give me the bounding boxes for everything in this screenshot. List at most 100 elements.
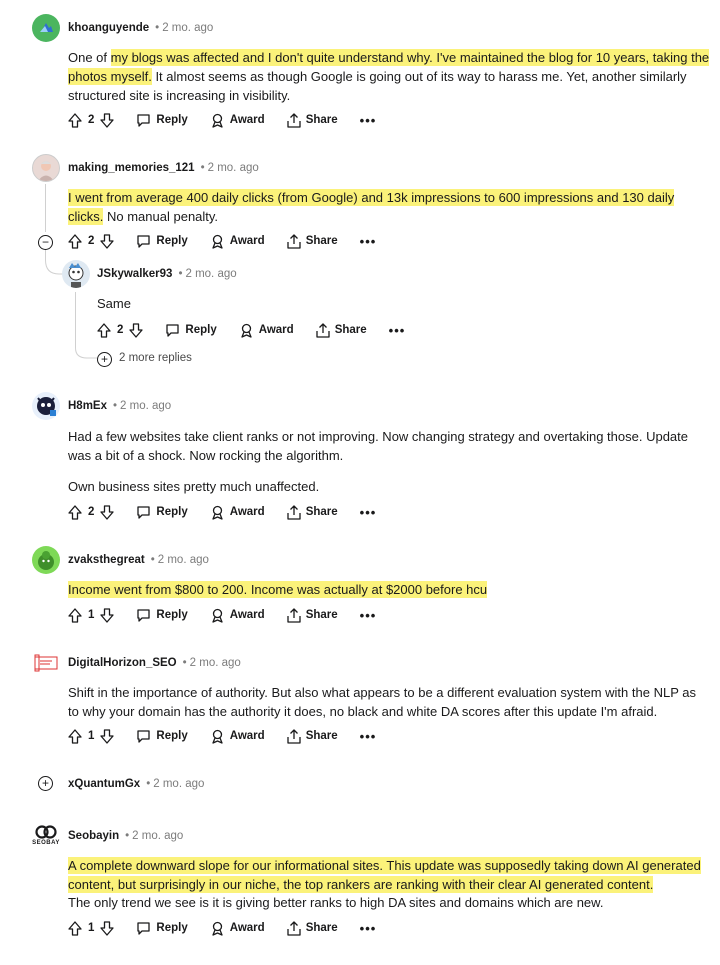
share-button[interactable]: Share	[316, 322, 367, 338]
timestamp[interactable]: 2 mo. ago	[158, 554, 209, 566]
reply-button[interactable]: Reply	[136, 608, 188, 622]
timestamp[interactable]: 2 mo. ago	[132, 830, 183, 842]
comment-body: Shift in the importance of authority. Bu…	[68, 685, 696, 719]
reply-button[interactable]: Reply	[136, 113, 188, 127]
award-button[interactable]: Award	[210, 505, 265, 520]
username[interactable]: xQuantumGx	[68, 778, 140, 790]
username[interactable]: making_memories_121	[68, 162, 195, 174]
username[interactable]: H8mEx	[68, 400, 107, 412]
more-options-button[interactable]: •••	[360, 234, 377, 249]
comment-body-paragraph: Own business sites pretty much unaffecte…	[68, 479, 320, 494]
more-options-button[interactable]: •••	[389, 323, 406, 338]
comment-body: Income went from $800 to 200. Income was…	[68, 581, 488, 598]
award-button[interactable]: Award	[239, 323, 294, 338]
vote-count: 1	[88, 609, 95, 621]
reply-button[interactable]: Reply	[136, 921, 188, 935]
comment-body: One of my blogs was affected and I don't…	[68, 49, 710, 103]
avatar[interactable]	[32, 392, 60, 420]
downvote-icon[interactable]	[100, 607, 115, 623]
award-button[interactable]: Award	[210, 113, 265, 128]
timestamp[interactable]: 2 mo. ago	[153, 778, 204, 790]
comment-meta: khoanguyende • 2 mo. ago	[68, 22, 214, 34]
username[interactable]: zvaksthegreat	[68, 554, 145, 566]
downvote-icon[interactable]	[129, 322, 144, 338]
comment-actions: 2 Reply Award Share •••	[97, 320, 405, 340]
comment-meta: xQuantumGx • 2 mo. ago	[68, 778, 205, 790]
downvote-icon[interactable]	[100, 920, 115, 936]
upvote-icon[interactable]	[97, 322, 111, 338]
award-button[interactable]: Award	[210, 234, 265, 249]
comment-actions: 1 Reply Award Share •••	[68, 605, 376, 625]
share-button[interactable]: Share	[287, 233, 338, 249]
share-button[interactable]: Share	[287, 607, 338, 623]
avatar[interactable]: SEOBAY	[32, 824, 60, 848]
upvote-icon[interactable]	[68, 112, 82, 128]
thread-line	[75, 292, 76, 342]
award-button[interactable]: Award	[210, 729, 265, 744]
expand-icon[interactable]: +	[38, 776, 53, 791]
timestamp[interactable]: 2 mo. ago	[208, 162, 259, 174]
reply-icon	[136, 921, 151, 935]
timestamp[interactable]: 2 mo. ago	[120, 400, 171, 412]
comment-actions: 2 Reply Award Share •••	[68, 110, 376, 130]
downvote-icon[interactable]	[100, 728, 115, 744]
share-button[interactable]: Share	[287, 728, 338, 744]
share-icon	[287, 112, 301, 128]
username[interactable]: Seobayin	[68, 830, 119, 842]
downvote-icon[interactable]	[100, 112, 115, 128]
share-button[interactable]: Share	[287, 112, 338, 128]
timestamp[interactable]: 2 mo. ago	[185, 268, 236, 280]
vote-count: 2	[88, 114, 95, 126]
award-icon	[210, 729, 225, 744]
avatar[interactable]	[32, 14, 60, 42]
downvote-icon[interactable]	[100, 233, 115, 249]
reply-icon	[136, 608, 151, 622]
upvote-icon[interactable]	[68, 233, 82, 249]
comment-body: I went from average 400 daily clicks (fr…	[68, 189, 675, 225]
downvote-icon[interactable]	[100, 504, 115, 520]
reply-icon	[165, 323, 180, 337]
reply-icon	[136, 505, 151, 519]
more-options-button[interactable]: •••	[360, 113, 377, 128]
reply-button[interactable]: Reply	[165, 323, 217, 337]
more-replies-link[interactable]: 2 more replies	[119, 352, 192, 364]
expand-icon[interactable]: +	[97, 352, 112, 367]
award-button[interactable]: Award	[210, 921, 265, 936]
username[interactable]: JSkywalker93	[97, 268, 172, 280]
share-icon	[287, 504, 301, 520]
avatar[interactable]	[62, 260, 90, 288]
upvote-icon[interactable]	[68, 607, 82, 623]
timestamp[interactable]: 2 mo. ago	[162, 22, 213, 34]
more-options-button[interactable]: •••	[360, 729, 377, 744]
share-icon	[287, 607, 301, 623]
comment-body: A complete downward slope for our inform…	[68, 857, 701, 893]
collapse-icon[interactable]: −	[38, 235, 53, 250]
comment-actions: 2 Reply Award Share •••	[68, 502, 376, 522]
award-button[interactable]: Award	[210, 608, 265, 623]
reply-button[interactable]: Reply	[136, 505, 188, 519]
timestamp[interactable]: 2 mo. ago	[190, 657, 241, 669]
seobay-logo-text: SEOBAY	[32, 840, 60, 846]
more-options-button[interactable]: •••	[360, 505, 377, 520]
award-icon	[210, 921, 225, 936]
more-options-button[interactable]: •••	[360, 921, 377, 936]
username[interactable]: DigitalHorizon_SEO	[68, 657, 177, 669]
reply-button[interactable]: Reply	[136, 234, 188, 248]
avatar[interactable]	[32, 154, 60, 182]
more-options-button[interactable]: •••	[360, 608, 377, 623]
share-icon	[316, 322, 330, 338]
vote-count: 2	[88, 506, 95, 518]
reply-button[interactable]: Reply	[136, 729, 188, 743]
share-button[interactable]: Share	[287, 504, 338, 520]
upvote-icon[interactable]	[68, 504, 82, 520]
reply-icon	[136, 729, 151, 743]
upvote-icon[interactable]	[68, 920, 82, 936]
vote-count: 2	[117, 324, 124, 336]
upvote-icon[interactable]	[68, 728, 82, 744]
thread-line	[45, 184, 46, 232]
avatar[interactable]	[32, 652, 60, 674]
share-button[interactable]: Share	[287, 920, 338, 936]
avatar[interactable]	[32, 546, 60, 574]
username[interactable]: khoanguyende	[68, 22, 149, 34]
vote-count: 1	[88, 922, 95, 934]
